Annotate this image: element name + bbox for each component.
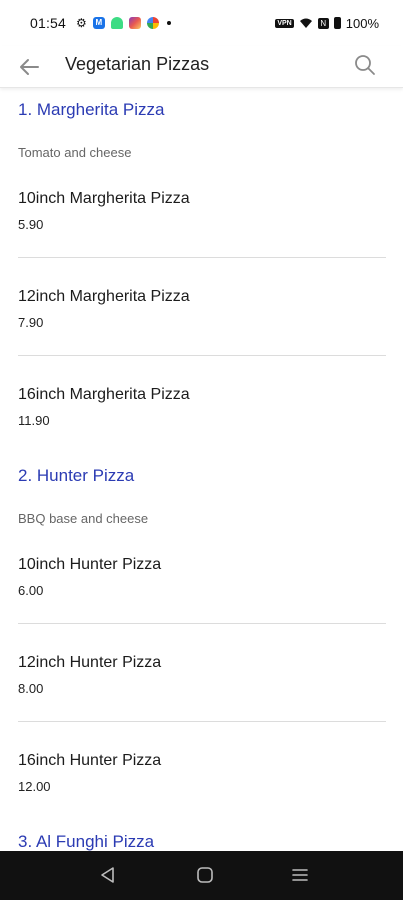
item-name: 16inch Margherita Pizza xyxy=(18,386,190,403)
battery-icon xyxy=(333,17,341,29)
section-description-margherita: Tomato and cheese xyxy=(18,145,132,160)
notification-icons: ⚙ M xyxy=(76,17,171,29)
nfc-icon: N xyxy=(317,17,329,29)
item-price: 12.00 xyxy=(18,779,51,794)
item-name: 12inch Margherita Pizza xyxy=(18,288,190,305)
page-title: Vegetarian Pizzas xyxy=(65,54,210,74)
settings-gear-icon: ⚙ xyxy=(76,16,87,30)
nav-back-icon[interactable] xyxy=(98,865,118,885)
photos-icon xyxy=(146,17,159,29)
system-nav-bar xyxy=(0,851,403,900)
section-title-hunter: 2. Hunter Pizza xyxy=(18,466,135,485)
item-price: 7.90 xyxy=(18,315,44,330)
vpn-icon: VPN xyxy=(275,18,294,28)
nav-home-icon[interactable] xyxy=(195,865,215,885)
wifi-icon xyxy=(299,18,312,28)
section-title-margherita: 1. Margherita Pizza xyxy=(18,100,165,119)
item-name: 10inch Margherita Pizza xyxy=(18,190,190,207)
back-arrow-icon[interactable] xyxy=(16,54,42,80)
item-name: 16inch Hunter Pizza xyxy=(18,752,162,769)
item-price: 11.90 xyxy=(18,413,50,428)
item-price: 8.00 xyxy=(18,681,44,696)
status-time: 01:54 xyxy=(30,15,67,31)
item-price: 5.90 xyxy=(18,217,44,232)
android-icon xyxy=(110,17,123,29)
status-right: VPN N 100% xyxy=(275,16,379,31)
item-name: 10inch Hunter Pizza xyxy=(18,556,162,573)
instagram-icon xyxy=(128,17,141,29)
app-bar: Vegetarian Pizzas xyxy=(0,46,403,88)
section-title-al-funghi: 3. Al Funghi Pizza xyxy=(18,832,155,851)
status-bar: 01:54 ⚙ M VPN N 100% xyxy=(0,0,403,46)
search-icon[interactable] xyxy=(353,53,377,77)
divider xyxy=(18,721,386,722)
divider xyxy=(18,355,386,356)
section-description-hunter: BBQ base and cheese xyxy=(18,511,149,526)
item-name: 12inch Hunter Pizza xyxy=(18,654,162,671)
item-price: 6.00 xyxy=(18,583,44,598)
menu-list[interactable]: 1. Margherita Pizza Tomato and cheese 10… xyxy=(0,88,403,851)
more-notifications-dot-icon xyxy=(166,21,171,25)
divider xyxy=(18,623,386,624)
nav-recents-icon[interactable] xyxy=(290,865,310,885)
battery-percent: 100% xyxy=(345,15,379,31)
app-m-icon: M xyxy=(92,17,105,29)
divider xyxy=(18,257,386,258)
